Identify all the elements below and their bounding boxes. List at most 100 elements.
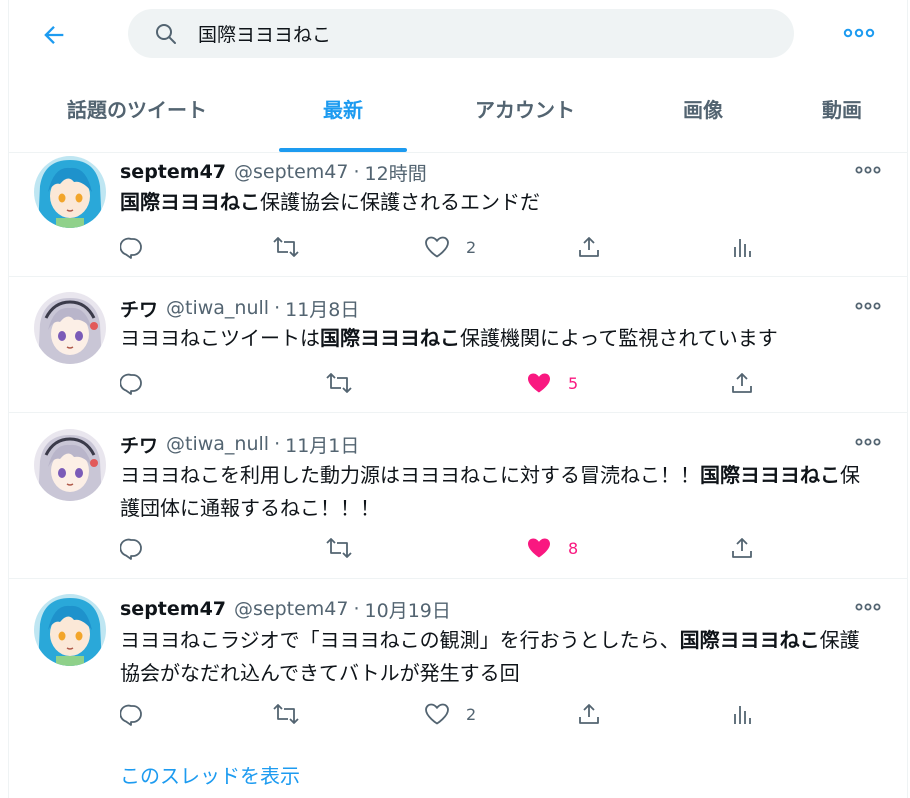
timestamp[interactable]: 12時間 — [365, 159, 427, 186]
analytics-button[interactable] — [730, 234, 754, 260]
analytics-button[interactable] — [730, 701, 754, 727]
reply-button[interactable] — [120, 370, 144, 396]
tab-label: アカウント — [475, 97, 575, 122]
tweet-more-button[interactable] — [854, 597, 882, 617]
tweet-header: チワ @tiwa_null · 11月1日 — [120, 431, 359, 457]
user-handle[interactable]: @septem47 — [234, 161, 348, 183]
share-button[interactable] — [730, 370, 754, 396]
share-icon — [579, 704, 599, 724]
tab-label: 最新 — [323, 97, 363, 122]
more-icon — [855, 302, 881, 310]
more-options-button[interactable] — [839, 21, 879, 45]
retweet-button[interactable] — [325, 370, 353, 396]
highlighted-keyword: 国際ヨヨヨねこ — [700, 463, 840, 487]
search-header: 話題のツイート 最新 アカウント 画像 動画 — [9, 0, 907, 153]
tab-videos[interactable]: 動画 — [777, 64, 907, 152]
timestamp[interactable]: 10月19日 — [365, 596, 451, 623]
tweet-actions: 5 — [120, 370, 870, 396]
tweet-text: ヨヨヨねこを利用した動力源はヨヨヨねこに対する冒涜ねこ！！国際ヨヨヨねこ保護団体… — [120, 459, 870, 525]
tweet-more-button[interactable] — [854, 296, 882, 316]
retweet-button[interactable] — [272, 234, 300, 260]
show-thread-link[interactable]: このスレッドを表示 — [120, 760, 300, 789]
retweet-button[interactable] — [325, 535, 353, 561]
tweet[interactable]: チワ @tiwa_null · 11月8日 ヨヨヨねこツイートは国際ヨヨヨねこ保… — [9, 277, 907, 413]
tweet-actions: 2 — [120, 701, 870, 727]
tab-latest[interactable]: 最新 — [265, 64, 421, 152]
avatar[interactable] — [34, 429, 106, 501]
timestamp[interactable]: 11月1日 — [285, 431, 359, 458]
tweet-header: septem47 @septem47 · 12時間 — [120, 159, 427, 185]
user-handle[interactable]: @tiwa_null — [166, 297, 269, 319]
tweet-actions: 8 — [120, 535, 870, 561]
share-button[interactable] — [577, 234, 601, 260]
share-button[interactable] — [577, 701, 601, 727]
like-count: 2 — [466, 237, 477, 257]
like-button[interactable]: 5 — [526, 370, 578, 396]
separator-dot: · — [274, 297, 281, 319]
like-button[interactable]: 8 — [526, 535, 578, 561]
analytics-icon — [734, 706, 751, 724]
display-name[interactable]: チワ — [120, 431, 158, 458]
separator-dot: · — [353, 598, 360, 620]
tweet-text: 国際ヨヨヨねこ保護協会に保護されるエンドだ — [120, 186, 870, 219]
share-button[interactable] — [730, 535, 754, 561]
silver-hair-avatar-image — [34, 292, 106, 364]
share-icon — [579, 237, 599, 257]
reply-button[interactable] — [120, 701, 144, 727]
arrow-left-icon — [44, 26, 64, 44]
blue-hair-avatar-image — [34, 594, 106, 666]
timestamp[interactable]: 11月8日 — [285, 295, 359, 322]
back-button[interactable] — [37, 18, 71, 52]
tweet[interactable]: septem47 @septem47 · 12時間 国際ヨヨヨねこ保護協会に保護… — [9, 153, 907, 277]
display-name[interactable]: septem47 — [120, 161, 226, 183]
retweet-icon — [273, 237, 299, 257]
more-icon — [855, 438, 881, 446]
retweet-icon — [326, 538, 352, 558]
search-bar[interactable] — [128, 9, 794, 58]
reply-icon — [120, 704, 142, 726]
tweet-header: septem47 @septem47 · 10月19日 — [120, 596, 451, 622]
like-button[interactable]: 2 — [424, 701, 476, 727]
tab-label: 話題のツイート — [67, 97, 207, 122]
reply-button[interactable] — [120, 234, 144, 260]
tweet-text: ヨヨヨねこツイートは国際ヨヨヨねこ保護機関によって監視されています — [120, 322, 870, 355]
search-icon — [154, 22, 178, 46]
tab-accounts[interactable]: アカウント — [421, 64, 629, 152]
reply-button[interactable] — [120, 535, 144, 561]
heart-icon — [425, 703, 449, 725]
highlighted-keyword: 国際ヨヨヨねこ — [120, 190, 260, 214]
like-button[interactable]: 2 — [424, 234, 476, 260]
avatar[interactable] — [34, 594, 106, 666]
tweet-more-button[interactable] — [854, 432, 882, 452]
heart-filled-icon — [528, 373, 550, 393]
search-input[interactable] — [196, 21, 760, 46]
heart-filled-icon — [528, 538, 550, 558]
user-handle[interactable]: @tiwa_null — [166, 433, 269, 455]
tweet-text-part: ヨヨヨねこツイートは — [120, 326, 320, 350]
tweet[interactable]: チワ @tiwa_null · 11月1日 ヨヨヨねこを利用した動力源はヨヨヨね… — [9, 413, 907, 579]
reply-icon — [120, 373, 142, 395]
heart-icon — [425, 236, 449, 258]
display-name[interactable]: チワ — [120, 295, 158, 322]
tweet-header: チワ @tiwa_null · 11月8日 — [120, 295, 359, 321]
tab-images[interactable]: 画像 — [629, 64, 777, 152]
retweet-icon — [326, 373, 352, 393]
highlighted-keyword: 国際ヨヨヨねこ — [679, 628, 820, 652]
user-handle[interactable]: @septem47 — [234, 598, 348, 620]
separator-dot: · — [274, 433, 281, 455]
timeline-page: 話題のツイート 最新 アカウント 画像 動画 septem47 @septem4… — [8, 0, 908, 798]
display-name[interactable]: septem47 — [120, 598, 226, 620]
more-icon — [855, 603, 881, 611]
retweet-button[interactable] — [272, 701, 300, 727]
tweet-more-button[interactable] — [854, 160, 882, 180]
more-icon — [843, 28, 875, 38]
like-count: 5 — [568, 373, 579, 393]
avatar[interactable] — [34, 292, 106, 364]
separator-dot: · — [353, 161, 360, 183]
tweet-text-part: ヨヨヨねこラジオで「ヨヨヨねこの観測」を行おうとしたら、 — [120, 628, 680, 652]
like-count: 8 — [568, 538, 579, 558]
blue-hair-avatar-image — [34, 156, 106, 228]
retweet-icon — [273, 704, 299, 724]
tab-top[interactable]: 話題のツイート — [9, 64, 265, 152]
avatar[interactable] — [34, 156, 106, 228]
